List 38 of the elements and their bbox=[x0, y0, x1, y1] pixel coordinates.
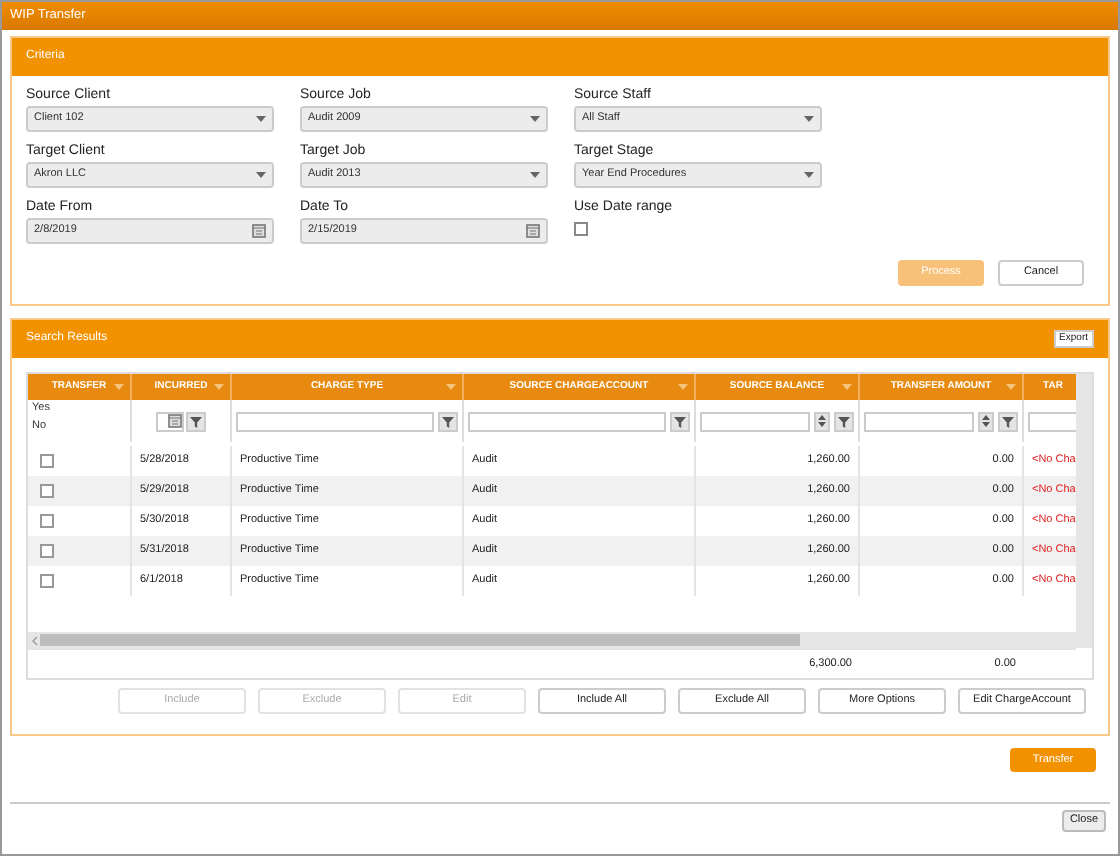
filter-button[interactable] bbox=[670, 411, 690, 431]
vertical-scrollbar[interactable] bbox=[1076, 374, 1092, 648]
chevron-left-icon[interactable] bbox=[32, 635, 38, 645]
caret-icon bbox=[114, 384, 124, 390]
calendar-icon[interactable] bbox=[252, 224, 266, 238]
spinner-icon[interactable] bbox=[814, 411, 830, 431]
caret-icon bbox=[804, 172, 814, 178]
calendar-icon[interactable] bbox=[526, 224, 540, 238]
calendar-icon[interactable] bbox=[168, 414, 182, 428]
row-checkbox[interactable] bbox=[40, 574, 54, 588]
caret-icon bbox=[256, 116, 266, 122]
spinner-icon[interactable] bbox=[978, 411, 994, 431]
caret-icon bbox=[256, 172, 266, 178]
filter-input[interactable] bbox=[236, 411, 434, 431]
caret-icon bbox=[804, 116, 814, 122]
filter-button[interactable] bbox=[438, 411, 458, 431]
row-checkbox[interactable] bbox=[40, 514, 54, 528]
caret-icon bbox=[446, 384, 456, 390]
filter-input[interactable] bbox=[700, 411, 810, 431]
caret-icon bbox=[530, 172, 540, 178]
caret-icon bbox=[678, 384, 688, 390]
caret-icon bbox=[530, 116, 540, 122]
filter-input[interactable] bbox=[468, 411, 666, 431]
date-filter-field[interactable] bbox=[156, 411, 184, 431]
row-checkbox[interactable] bbox=[40, 484, 54, 498]
caret-icon bbox=[1006, 384, 1016, 390]
caret-icon bbox=[214, 384, 224, 390]
row-checkbox[interactable] bbox=[40, 454, 54, 468]
filter-button[interactable] bbox=[186, 411, 206, 431]
horizontal-scrollbar[interactable] bbox=[28, 632, 1077, 648]
scrollbar-thumb[interactable] bbox=[40, 634, 800, 646]
filter-button[interactable] bbox=[998, 411, 1018, 431]
filter-input[interactable] bbox=[864, 411, 974, 431]
checkbox[interactable] bbox=[574, 222, 588, 236]
filter-button[interactable] bbox=[834, 411, 854, 431]
row-checkbox[interactable] bbox=[40, 544, 54, 558]
caret-icon bbox=[842, 384, 852, 390]
filter-input[interactable] bbox=[1028, 411, 1077, 431]
